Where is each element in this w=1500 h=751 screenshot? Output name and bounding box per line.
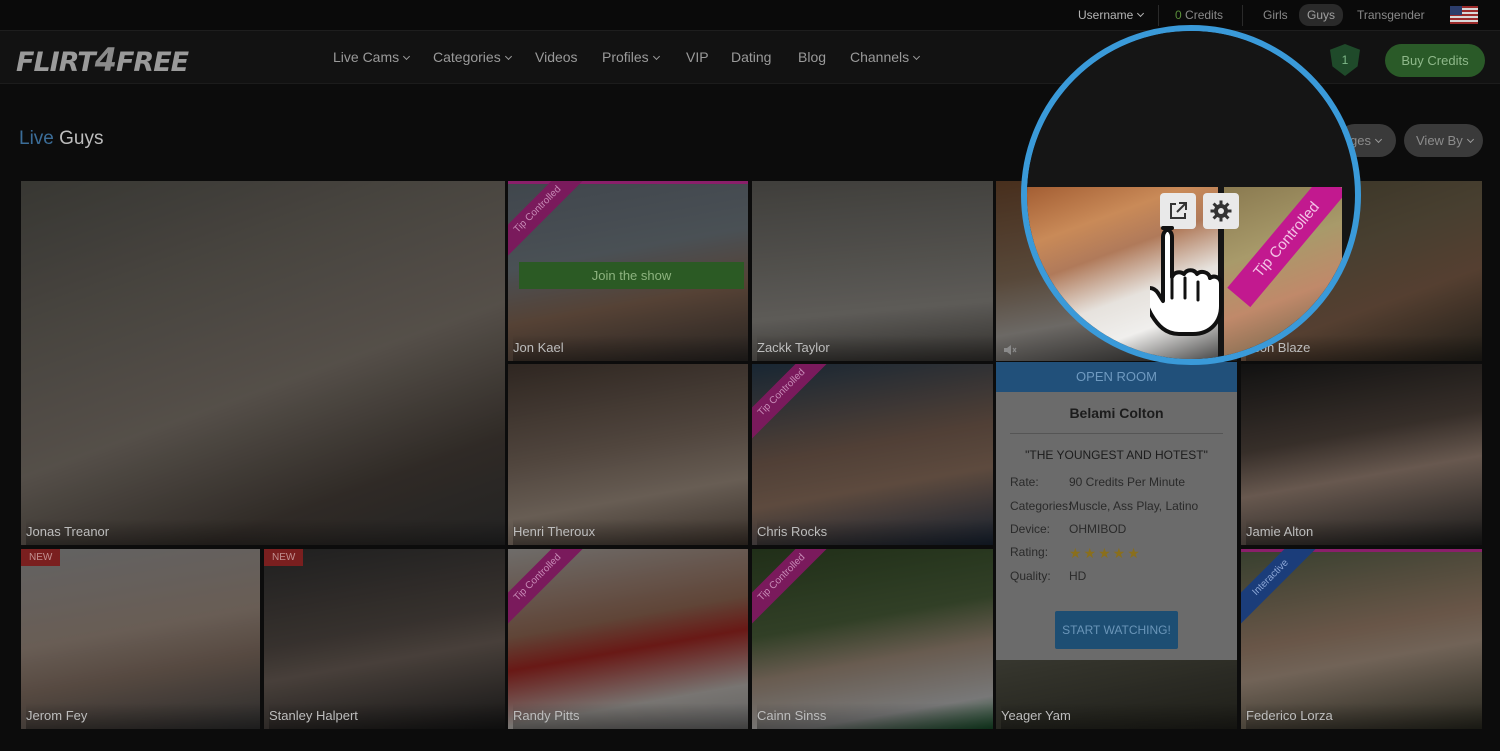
username-label: Username	[1078, 8, 1143, 22]
tile-overlay	[21, 549, 260, 729]
performer-name: Jonas Treanor	[26, 519, 505, 545]
page-title: Live Guys	[19, 128, 104, 150]
nav-dating[interactable]: Dating	[731, 49, 771, 65]
performer-name: Cainn Sinss	[757, 703, 993, 729]
category-guys[interactable]: Guys	[1299, 4, 1344, 26]
device-row: Device: OHMIBOD	[1010, 522, 1126, 536]
performer-name: Jamie Alton	[1246, 519, 1482, 545]
performer-tile[interactable]: Tip Controlled Randy Pitts	[508, 549, 748, 729]
rating-label: Rating:	[1010, 545, 1049, 559]
performer-name: Henri Theroux	[513, 519, 748, 545]
categories-value: Muscle, Ass Play, Latino	[1069, 499, 1199, 513]
rating-stars-icon: ★★★★★	[1069, 545, 1142, 561]
open-room-header: OPEN ROOM	[996, 362, 1237, 392]
performer-tile[interactable]: Zackk Taylor	[752, 181, 993, 361]
card-performer-name: Belami Colton	[1069, 405, 1164, 421]
nav-categories[interactable]: Categories	[433, 49, 511, 65]
join-show-button[interactable]: Join the show	[519, 262, 744, 289]
performer-name: Jerom Fey	[26, 703, 260, 729]
tile-overlay	[264, 549, 505, 729]
credits-label: Credits	[1185, 8, 1224, 22]
tile-overlay	[752, 181, 993, 361]
tip-controlled-badge: Tip Controlled	[1227, 187, 1342, 308]
credits-count: 0	[1175, 8, 1182, 22]
muted-speaker-icon[interactable]	[1003, 344, 1017, 356]
device-label: Device:	[1010, 522, 1051, 536]
quality-label: Quality:	[1010, 569, 1051, 583]
category-transgender[interactable]: Transgender	[1357, 8, 1425, 22]
category-girls[interactable]: Girls	[1263, 8, 1288, 22]
performer-hover-card: OPEN ROOM Belami Colton "THE YOUNGEST AN…	[996, 362, 1237, 660]
tile-overlay	[21, 181, 505, 545]
performer-name: Federico Lorza	[1246, 703, 1482, 729]
new-badge: NEW	[21, 549, 61, 566]
performer-name: Randy Pitts	[513, 703, 748, 729]
performer-tile[interactable]: Tip Controlled Join the show Jon Kael	[508, 181, 748, 361]
flirt4free-logo[interactable]: FLIRT4FREE	[16, 41, 189, 79]
title-guys: Guys	[59, 128, 104, 149]
magnifier-callout: Tip Controlled	[1021, 25, 1361, 365]
quality-row: Quality: HD	[1010, 569, 1086, 583]
title-live: Live	[19, 128, 54, 149]
performer-tile[interactable]: Jonas Treanor	[21, 181, 505, 545]
performer-name: Chris Rocks	[757, 519, 993, 545]
top-bar: Username 0 Credits Girls Guys Transgende…	[0, 0, 1500, 31]
nav-profiles[interactable]: Profiles	[602, 49, 659, 65]
start-watching-button[interactable]: START WATCHING!	[1055, 611, 1178, 649]
nav-videos[interactable]: Videos	[535, 49, 578, 65]
logo-number: 4	[94, 41, 117, 79]
performer-tile[interactable]: Tip Controlled Cainn Sinss	[752, 549, 993, 729]
username-menu[interactable]: Username	[1078, 8, 1143, 22]
performer-tile[interactable]: Tip Controlled Chris Rocks	[752, 364, 993, 545]
categories-label: Categories:	[1010, 499, 1072, 513]
performer-tile[interactable]: Jamie Alton	[1241, 364, 1482, 545]
magnified-performer-thumbnail: Tip Controlled	[1224, 187, 1342, 359]
nav-blog[interactable]: Blog	[798, 49, 826, 65]
performer-name: Zackk Taylor	[757, 335, 993, 361]
buy-credits-button[interactable]: Buy Credits	[1385, 44, 1485, 77]
divider	[1158, 5, 1159, 26]
tip-controlled-stripe	[508, 181, 748, 184]
rating-row: Rating: ★★★★★	[1010, 545, 1140, 561]
performer-tile[interactable]: Interactive Federico Lorza	[1241, 549, 1482, 729]
nav-channels[interactable]: Channels	[850, 49, 919, 65]
rate-label: Rate:	[1010, 475, 1039, 489]
performer-tile[interactable]: NEW Stanley Halpert	[264, 549, 505, 729]
performer-name: Jon Kael	[513, 335, 748, 361]
rate-row: Rate: 90 Credits Per Minute	[1010, 475, 1185, 489]
credits-link[interactable]: 0 Credits	[1175, 8, 1223, 22]
us-flag-icon[interactable]	[1450, 6, 1478, 24]
logo-text: FREE	[115, 47, 189, 78]
performer-name: Stanley Halpert	[269, 703, 505, 729]
hand-pointer-icon	[1140, 222, 1234, 343]
device-value: OHMIBOD	[1069, 522, 1127, 536]
card-tagline: "THE YOUNGEST AND HOTEST"	[1025, 448, 1208, 462]
divider	[1242, 5, 1243, 26]
performer-tile[interactable]: NEW Jerom Fey	[21, 549, 260, 729]
interactive-stripe	[1241, 549, 1482, 552]
performer-tile[interactable]: Henri Theroux	[508, 364, 748, 545]
tile-overlay	[508, 364, 748, 545]
rate-value: 90 Credits Per Minute	[1069, 475, 1186, 489]
magnified-background	[1027, 31, 1342, 187]
quality-value: HD	[1069, 569, 1087, 583]
performer-name: Yeager Yam	[1001, 703, 1237, 729]
nav-vip[interactable]: VIP	[686, 49, 709, 65]
view-by-filter[interactable]: View By	[1404, 124, 1483, 157]
logo-text: FLIRT	[16, 47, 96, 78]
tile-overlay	[1241, 364, 1482, 545]
nav-live-cams[interactable]: Live Cams	[333, 49, 409, 65]
divider	[1010, 433, 1223, 434]
categories-row: Categories: Muscle, Ass Play, Latino	[1010, 499, 1198, 513]
new-badge: NEW	[264, 549, 304, 566]
